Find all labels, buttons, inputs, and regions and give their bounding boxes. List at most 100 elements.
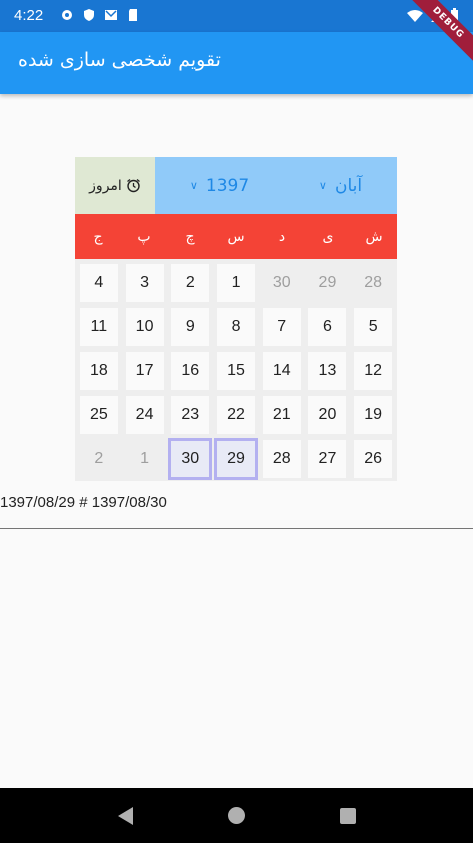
sd-card-icon (129, 9, 137, 21)
day-number: 13 (308, 352, 347, 390)
status-bar: 4:22 (0, 0, 473, 32)
shield-icon (84, 9, 94, 21)
day-number: 1 (125, 440, 164, 478)
day-number: 7 (262, 308, 301, 346)
app-title: تقویم شخصی سازی شده (18, 49, 221, 71)
day-number: 22 (217, 396, 256, 434)
day-cell-outside-month[interactable]: 1 (122, 437, 168, 481)
day-cell[interactable]: 9 (167, 305, 213, 349)
year-label: 1397 (205, 175, 250, 196)
day-number: 29 (308, 264, 347, 302)
day-grid: 4 3 2 1 30 29 28 11 10 9 8 7 6 5 18 17 16 15 14 13 12 25 24 23 2… (75, 259, 397, 481)
day-number: 2 (171, 264, 210, 302)
weekday-header: ج پ چ س د ی ش (75, 214, 397, 259)
day-number: 18 (79, 352, 118, 390)
day-cell[interactable]: 28 (259, 437, 305, 481)
weekday-label: ی (322, 228, 334, 245)
day-cell[interactable]: 15 (213, 349, 259, 393)
day-number: 26 (354, 440, 393, 478)
day-cell[interactable]: 3 (122, 261, 168, 305)
day-number: 17 (125, 352, 164, 390)
day-number: 3 (125, 264, 164, 302)
month-label: آبان (334, 175, 363, 196)
day-cell[interactable]: 2 (167, 261, 213, 305)
day-cell[interactable]: 19 (350, 393, 396, 437)
day-cell[interactable]: 20 (305, 393, 351, 437)
day-cell[interactable]: 10 (122, 305, 168, 349)
day-cell[interactable]: 13 (305, 349, 351, 393)
calendar-header: امروز ∨ 1397 ∨ آبان (75, 157, 397, 214)
day-number: 10 (125, 308, 164, 346)
weekday-label: پ (137, 228, 151, 245)
today-label: امروز (89, 177, 122, 194)
day-number: 5 (354, 308, 393, 346)
back-icon[interactable] (117, 806, 133, 825)
app-bar: تقویم شخصی سازی شده (0, 32, 473, 94)
status-time: 4:22 (14, 7, 44, 24)
calendar-week-row: 2 1 30 29 28 27 26 (76, 437, 396, 481)
day-number: 1 (217, 264, 256, 302)
day-number: 11 (79, 308, 118, 346)
day-cell[interactable]: 23 (167, 393, 213, 437)
calendar-week-row: 18 17 16 15 14 13 12 (76, 349, 396, 393)
weekday-label: س (227, 228, 245, 245)
day-number: 14 (262, 352, 301, 390)
day-number: 9 (171, 308, 210, 346)
day-number: 25 (79, 396, 118, 434)
day-cell[interactable]: 16 (167, 349, 213, 393)
day-cell[interactable]: 8 (213, 305, 259, 349)
navigation-bar (0, 788, 473, 843)
day-number: 21 (262, 396, 301, 434)
chevron-down-icon: ∨ (318, 179, 327, 192)
day-number: 20 (308, 396, 347, 434)
day-number: 30 (168, 438, 213, 480)
weekday-label: ش (365, 228, 383, 245)
day-cell[interactable]: 6 (305, 305, 351, 349)
day-cell[interactable]: 12 (350, 349, 396, 393)
day-number: 4 (79, 264, 118, 302)
day-cell[interactable]: 27 (305, 437, 351, 481)
gear-icon (62, 10, 72, 20)
day-number: 29 (214, 438, 259, 480)
month-selector[interactable]: ∨ آبان (319, 176, 362, 196)
day-number: 23 (171, 396, 210, 434)
day-cell[interactable]: 22 (213, 393, 259, 437)
wifi-icon (407, 9, 423, 22)
home-icon[interactable] (227, 807, 245, 824)
day-cell[interactable]: 14 (259, 349, 305, 393)
year-selector[interactable]: ∨ 1397 (190, 176, 249, 196)
day-cell[interactable]: 4 (76, 261, 122, 305)
day-cell[interactable]: 1 (213, 261, 259, 305)
day-number: 15 (217, 352, 256, 390)
day-cell[interactable]: 7 (259, 305, 305, 349)
today-button[interactable]: امروز (75, 157, 155, 214)
day-cell[interactable]: 21 (259, 393, 305, 437)
day-cell-outside-month[interactable]: 29 (305, 261, 351, 305)
calendar: امروز ∨ 1397 ∨ آبان ج پ چ س د ی ش 4 3 2 1 30… (75, 157, 397, 481)
day-cell-selected[interactable]: 29 (213, 437, 259, 481)
day-cell[interactable]: 18 (76, 349, 122, 393)
day-cell-selected[interactable]: 30 (167, 437, 213, 481)
weekday-label: چ (185, 228, 195, 245)
day-cell-outside-month[interactable]: 28 (350, 261, 396, 305)
weekday-label: د (278, 228, 286, 245)
day-cell-outside-month[interactable]: 30 (259, 261, 305, 305)
day-number: 27 (308, 440, 347, 478)
mail-icon (105, 10, 117, 20)
day-cell[interactable]: 25 (76, 393, 122, 437)
day-number: 12 (354, 352, 393, 390)
day-number: 30 (262, 264, 301, 302)
day-cell[interactable]: 5 (350, 305, 396, 349)
day-number: 28 (262, 440, 301, 478)
day-number: 24 (125, 396, 164, 434)
divider (0, 528, 473, 529)
calendar-week-row: 25 24 23 22 21 20 19 (76, 393, 396, 437)
weekday-label: ج (93, 228, 103, 245)
day-cell-outside-month[interactable]: 2 (76, 437, 122, 481)
selected-range-text: 1397/08/29 # 1397/08/30 (0, 494, 167, 511)
day-cell[interactable]: 26 (350, 437, 396, 481)
day-cell[interactable]: 24 (122, 393, 168, 437)
day-cell[interactable]: 11 (76, 305, 122, 349)
day-cell[interactable]: 17 (122, 349, 168, 393)
recents-icon[interactable] (339, 807, 356, 824)
